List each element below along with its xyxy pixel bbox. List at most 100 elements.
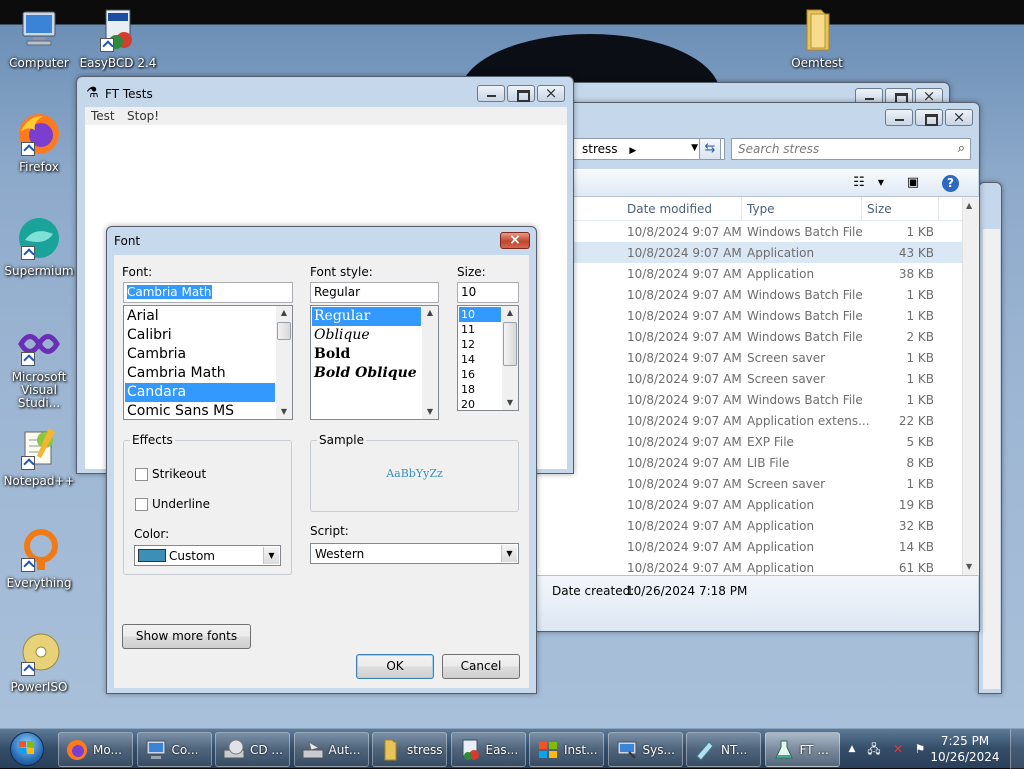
cancel-button[interactable]: Cancel bbox=[442, 654, 520, 679]
font-style-list-item[interactable]: Oblique bbox=[312, 326, 421, 345]
close-button[interactable] bbox=[537, 84, 565, 102]
table-row[interactable]: 10/8/2024 9:07 AM Application 61 KB bbox=[528, 557, 962, 575]
font-dialog[interactable]: Font × Font: Cambria Math Arial Calibri Ca… bbox=[106, 226, 537, 694]
menu-test[interactable]: Test bbox=[91, 109, 115, 123]
clock[interactable]: 7:25 PM 10/26/2024 bbox=[926, 733, 1004, 765]
taskbar-button[interactable]: Mo... bbox=[58, 732, 133, 767]
script-select[interactable]: Western ▼ bbox=[310, 543, 519, 564]
table-row[interactable]: 10/8/2024 9:07 AM Windows Batch File 2 KB bbox=[528, 326, 962, 347]
table-row[interactable]: 10/8/2024 9:07 AM Application 43 KB bbox=[528, 242, 962, 263]
font-style-list-item[interactable]: Regular bbox=[312, 307, 421, 326]
chevron-down-icon[interactable]: ▼ bbox=[501, 545, 517, 562]
style-list-scrollbar[interactable]: ▲ ▼ bbox=[422, 306, 438, 419]
taskbar-button[interactable]: Co... bbox=[136, 732, 212, 767]
color-select[interactable]: Custom ▼ bbox=[134, 545, 281, 566]
desktop-icon-everything[interactable]: Everything bbox=[0, 526, 78, 590]
scroll-up-icon[interactable]: ▲ bbox=[276, 306, 292, 320]
scroll-up-icon[interactable]: ▲ bbox=[422, 306, 438, 320]
minimize-button[interactable] bbox=[477, 85, 505, 102]
font-style-list-item[interactable]: Bold bbox=[312, 345, 421, 364]
scroll-down-icon[interactable]: ▼ bbox=[966, 562, 972, 571]
scroll-up-icon[interactable]: ▲ bbox=[502, 306, 518, 320]
chevron-down-icon[interactable]: ▼ bbox=[872, 175, 890, 191]
column-type[interactable]: Type bbox=[747, 202, 775, 216]
font-name-input[interactable]: Cambria Math bbox=[123, 282, 293, 303]
size-list-item[interactable]: 20 bbox=[459, 397, 501, 410]
column-divider[interactable] bbox=[741, 197, 742, 221]
table-row[interactable]: 10/8/2024 9:07 AM Application 14 KB bbox=[528, 536, 962, 557]
taskbar-button[interactable]: FT ... bbox=[764, 732, 840, 767]
font-list-scrollbar[interactable]: ▲ ▼ bbox=[276, 306, 292, 419]
font-list-item[interactable]: Calibri bbox=[125, 326, 275, 345]
taskbar-button[interactable]: CD ... bbox=[215, 732, 290, 767]
taskbar-button[interactable]: stress bbox=[372, 732, 447, 767]
volume-muted-icon[interactable]: ✕ bbox=[890, 741, 906, 757]
maximize-button[interactable] bbox=[915, 109, 943, 126]
taskbar-button[interactable]: Sys... bbox=[607, 732, 683, 767]
desktop-icon-notepadpp[interactable]: Notepad++ bbox=[0, 424, 78, 488]
desktop-icon-oemtest[interactable]: Oemtest bbox=[778, 6, 856, 70]
table-row[interactable]: 10/8/2024 9:07 AM Application 19 KB bbox=[528, 494, 962, 515]
menu-stop[interactable]: Stop! bbox=[127, 109, 159, 123]
view-icon[interactable]: ☷ bbox=[850, 175, 868, 191]
desktop-icon-firefox[interactable]: Firefox bbox=[0, 110, 78, 174]
scroll-thumb[interactable] bbox=[503, 322, 517, 366]
size-input[interactable]: 10 bbox=[457, 282, 519, 303]
size-list-item[interactable]: 16 bbox=[459, 367, 501, 382]
start-button[interactable] bbox=[4, 731, 50, 767]
search-input[interactable]: Search stress ⌕ bbox=[731, 138, 971, 160]
table-row[interactable]: 10/8/2024 9:07 AM Application 38 KB bbox=[528, 263, 962, 284]
font-list-item[interactable]: Cambria bbox=[125, 345, 275, 364]
desktop-icon-supermium[interactable]: Supermium bbox=[0, 214, 78, 278]
close-button[interactable] bbox=[945, 108, 973, 126]
table-row[interactable]: 10/8/2024 9:07 AM Windows Batch File 1 KB bbox=[528, 284, 962, 305]
table-row[interactable]: 10/8/2024 9:07 AM Windows Batch File 1 KB bbox=[528, 305, 962, 326]
refresh-button[interactable]: ⇆ bbox=[699, 138, 721, 160]
chevron-down-icon[interactable]: ▼ bbox=[691, 143, 698, 153]
font-list-item[interactable]: Comic Sans MS bbox=[125, 402, 275, 419]
font-list[interactable]: Arial Calibri Cambria Cambria Math Candara Co… bbox=[123, 305, 293, 420]
show-hidden-icons-icon[interactable]: ▲ bbox=[844, 741, 860, 757]
size-list[interactable]: 10 11 12 14 16 18 20 ▲ ▼ bbox=[457, 305, 519, 411]
column-divider[interactable] bbox=[861, 197, 862, 221]
chevron-down-icon[interactable]: ▼ bbox=[263, 547, 279, 564]
table-row[interactable]: 10/8/2024 9:07 AM EXP File 5 KB bbox=[528, 431, 962, 452]
scroll-down-icon[interactable]: ▼ bbox=[502, 396, 518, 410]
column-size[interactable]: Size bbox=[867, 202, 892, 216]
close-button[interactable]: × bbox=[500, 232, 530, 249]
desktop-icon-visual-studio[interactable]: Microsoft Visual Studi... bbox=[0, 320, 78, 410]
preview-pane-icon[interactable]: ▣ bbox=[904, 175, 922, 191]
size-list-item[interactable]: 14 bbox=[459, 352, 501, 367]
show-more-fonts-button[interactable]: Show more fonts bbox=[122, 624, 251, 649]
size-list-scrollbar[interactable]: ▲ ▼ bbox=[502, 306, 518, 410]
taskbar-button[interactable]: Aut... bbox=[293, 732, 369, 767]
column-divider[interactable] bbox=[938, 197, 939, 221]
underline-label[interactable]: Underline bbox=[152, 497, 210, 511]
ok-button[interactable]: OK bbox=[356, 654, 434, 679]
strikeout-checkbox[interactable] bbox=[135, 468, 148, 481]
font-list-item[interactable]: Cambria Math bbox=[125, 364, 275, 383]
font-list-item[interactable]: Candara bbox=[125, 383, 275, 402]
vertical-scrollbar[interactable]: ▲ ▼ bbox=[962, 197, 979, 575]
explorer-window-edge[interactable] bbox=[978, 182, 1002, 694]
size-list-item[interactable]: 10 bbox=[459, 307, 501, 322]
desktop-icon-computer[interactable]: Computer bbox=[0, 6, 78, 70]
table-row[interactable]: 10/8/2024 9:07 AM Windows Batch File 1 KB bbox=[528, 221, 962, 242]
table-row[interactable]: 10/8/2024 9:07 AM Screen saver 1 KB bbox=[528, 347, 962, 368]
taskbar-button[interactable]: NT... bbox=[686, 732, 761, 767]
desktop-icon-poweriso[interactable]: PowerISO bbox=[0, 630, 78, 694]
desktop-icon-easybcd[interactable]: EasyBCD 2.4 bbox=[79, 6, 157, 70]
scroll-up-icon[interactable]: ▲ bbox=[966, 201, 972, 210]
help-icon[interactable]: ? bbox=[942, 175, 959, 192]
taskbar-button[interactable]: Eas... bbox=[450, 732, 526, 767]
table-row[interactable]: 10/8/2024 9:07 AM Screen saver 1 KB bbox=[528, 473, 962, 494]
table-row[interactable]: 10/8/2024 9:07 AM Windows Batch File 1 KB bbox=[528, 389, 962, 410]
font-style-list-item[interactable]: Bold Oblique bbox=[312, 364, 421, 383]
minimize-button[interactable] bbox=[885, 109, 913, 126]
taskbar-button[interactable]: Inst... bbox=[529, 732, 604, 767]
strikeout-label[interactable]: Strikeout bbox=[152, 467, 206, 481]
table-row[interactable]: 10/8/2024 9:07 AM Screen saver 1 KB bbox=[528, 368, 962, 389]
size-list-item[interactable]: 12 bbox=[459, 337, 501, 352]
network-icon[interactable]: 🖧 bbox=[866, 741, 882, 757]
table-row[interactable]: 10/8/2024 9:07 AM Application 32 KB bbox=[528, 515, 962, 536]
